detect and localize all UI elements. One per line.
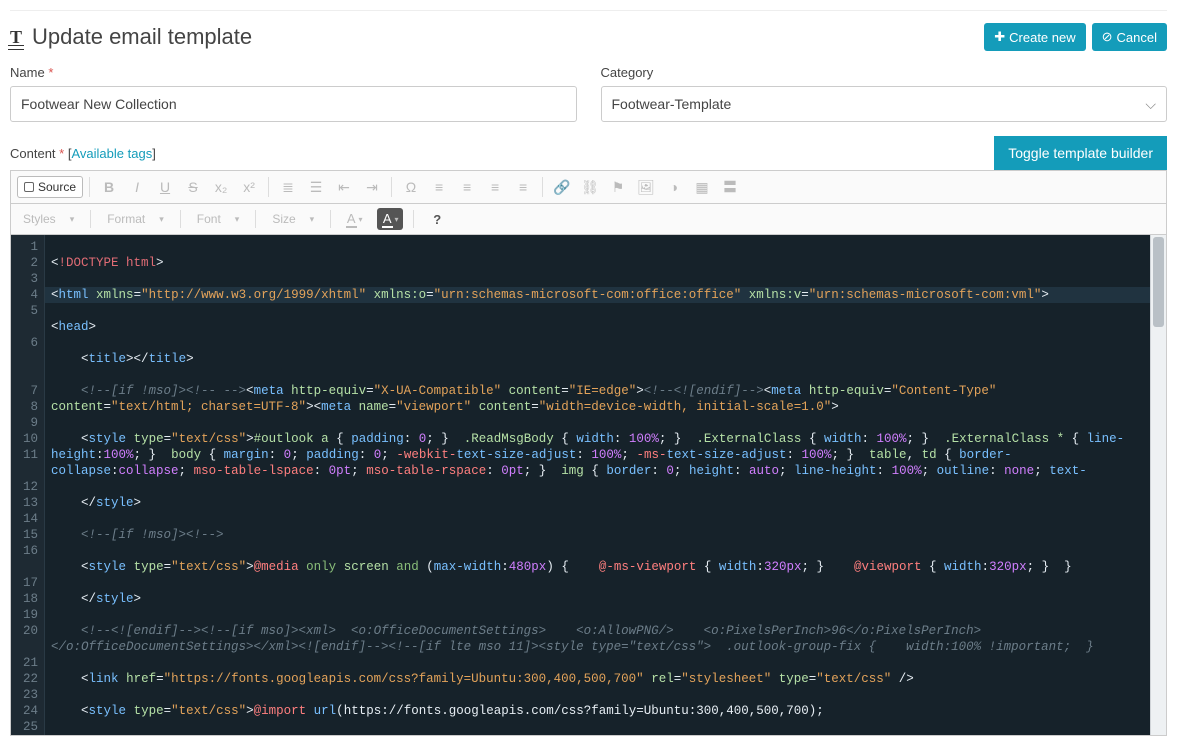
separator [89, 177, 90, 197]
separator [391, 177, 392, 197]
bold-button[interactable]: B [96, 175, 122, 199]
source-label: Source [38, 180, 76, 194]
format-combo[interactable]: Format [101, 212, 170, 226]
outdent-button[interactable]: ⇤ [331, 175, 357, 199]
scroll-thumb[interactable] [1153, 237, 1164, 327]
required-star: * [48, 65, 53, 80]
page-title: Update email template [32, 24, 252, 50]
editor-box: Source B I U S x₂ x² ≣ ☰ ⇤ ⇥ Ω ≡ ≡ ≡ ≡ 🔗… [10, 170, 1167, 736]
text-color-button[interactable]: A [341, 208, 367, 230]
create-new-button[interactable]: ✚ Create new [984, 23, 1085, 51]
color-button[interactable]: ◑ [661, 175, 687, 199]
bulleted-list-button[interactable]: ☰ [303, 175, 329, 199]
separator [542, 177, 543, 197]
help-button[interactable]: ? [424, 208, 450, 230]
align-left-button[interactable]: ≡ [426, 175, 452, 199]
toggle-template-builder-button[interactable]: Toggle template builder [994, 136, 1167, 170]
superscript-button[interactable]: x² [236, 175, 262, 199]
numbered-list-button[interactable]: ≣ [275, 175, 301, 199]
separator [90, 210, 91, 228]
anchor-button[interactable]: ⚑ [605, 175, 631, 199]
category-value: Footwear-Template [612, 96, 732, 112]
omega-button[interactable]: Ω [398, 175, 424, 199]
italic-button[interactable]: I [124, 175, 150, 199]
align-center-button[interactable]: ≡ [454, 175, 480, 199]
styles-combo[interactable]: Styles [17, 212, 80, 226]
plus-icon: ✚ [994, 29, 1005, 45]
indent-button[interactable]: ⇥ [359, 175, 385, 199]
font-label: Font [197, 212, 221, 226]
content-label-text: Content [10, 146, 56, 161]
underline-button[interactable]: U [152, 175, 178, 199]
bg-color-button[interactable]: A [377, 208, 403, 230]
font-combo[interactable]: Font [191, 212, 246, 226]
vertical-scrollbar[interactable] [1150, 235, 1166, 735]
name-label: Name * [10, 65, 577, 80]
available-tags-wrap: [Available tags] [68, 146, 156, 161]
unlink-button[interactable]: ⛓ [577, 175, 603, 199]
source-icon [24, 182, 34, 192]
styles-label: Styles [23, 212, 56, 226]
content-label: Content * [Available tags] [10, 146, 156, 161]
required-star: * [59, 146, 64, 161]
chevron-down-icon: ⌵ [1145, 96, 1156, 113]
image-button[interactable]: 🖼 [633, 175, 659, 199]
toolbar-row-2: Styles Format Font Size A A ? [11, 204, 1166, 235]
link-button[interactable]: 🔗 [549, 175, 575, 199]
size-combo[interactable]: Size [266, 212, 320, 226]
cancel-icon: ⊘ [1102, 29, 1113, 45]
format-label: Format [107, 212, 145, 226]
subscript-button[interactable]: x₂ [208, 175, 234, 199]
align-right-button[interactable]: ≡ [482, 175, 508, 199]
table-button[interactable]: ▦ [689, 175, 715, 199]
strike-button[interactable]: S [180, 175, 206, 199]
separator [413, 210, 414, 228]
separator [180, 210, 181, 228]
source-button[interactable]: Source [17, 176, 83, 198]
line-gutter: 12345 678910 1112131415 1617181920 21222… [11, 235, 45, 735]
cancel-button[interactable]: ⊘ Cancel [1092, 23, 1167, 51]
align-justify-button[interactable]: ≡ [510, 175, 536, 199]
code-editor[interactable]: 12345 678910 1112131415 1617181920 21222… [11, 235, 1166, 735]
code-content[interactable]: <<!DOCTYPE html>!DOCTYPE html> <html xml… [45, 235, 1150, 735]
separator [330, 210, 331, 228]
create-new-label: Create new [1009, 30, 1075, 45]
category-label: Category [601, 65, 1168, 80]
category-select[interactable]: Footwear-Template ⌵ [601, 86, 1168, 122]
separator [255, 210, 256, 228]
size-label: Size [272, 212, 295, 226]
separator [268, 177, 269, 197]
name-label-text: Name [10, 65, 45, 80]
name-input[interactable] [10, 86, 577, 122]
toolbar-row-1: Source B I U S x₂ x² ≣ ☰ ⇤ ⇥ Ω ≡ ≡ ≡ ≡ 🔗… [11, 171, 1166, 204]
text-template-icon: T [10, 27, 22, 48]
available-tags-link[interactable]: Available tags [71, 146, 152, 161]
cancel-label: Cancel [1117, 30, 1157, 45]
hr-button[interactable]: 〓 [717, 175, 743, 199]
